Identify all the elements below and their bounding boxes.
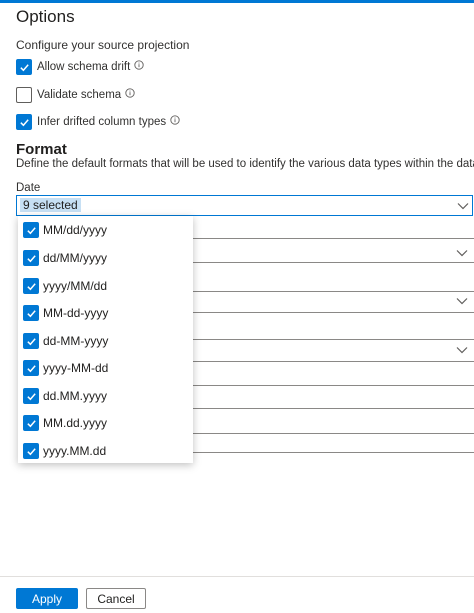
info-icon[interactable] [170,114,180,125]
checkmark-icon [26,282,36,290]
checkmark-icon [26,309,36,317]
option-label: MM/dd/yyyy [43,223,108,237]
date-format-value: 9 selected [20,198,81,212]
projection-subtitle: Configure your source projection [16,38,190,52]
info-icon[interactable] [125,87,135,98]
hidden-field-underline [192,312,474,313]
date-option-yyyy-mm-dd-dash[interactable]: yyyy-MM-dd [23,359,108,377]
option-checkbox[interactable] [23,360,39,376]
checkmark-icon [26,419,36,427]
option-label: MM.dd.yyyy [43,416,108,430]
apply-button[interactable]: Apply [16,588,78,609]
checkmark-icon [19,118,29,126]
panel-title: Options [16,7,75,26]
validate-schema-option[interactable]: Validate schema [16,86,135,104]
option-checkbox[interactable] [23,250,39,266]
hidden-field-underline [192,408,474,409]
date-option-dd-mm-yyyy-dash[interactable]: dd-MM-yyyy [23,332,108,350]
option-checkbox[interactable] [23,443,39,459]
format-section-title: Format [16,141,67,158]
hidden-field-underline [192,238,474,239]
option-label: yyyy-MM-dd [43,361,109,375]
validate-schema-checkbox[interactable] [16,87,32,103]
info-icon[interactable] [134,59,144,70]
option-label: dd.MM.yyyy [43,389,108,403]
date-format-label: Date [16,182,41,194]
checkmark-icon [26,447,36,455]
validate-schema-label: Validate schema [37,89,122,101]
chevron-down-icon[interactable] [456,249,468,257]
cancel-button[interactable]: Cancel [86,588,146,609]
top-accent-bar [0,0,474,3]
date-option-mm-dd-yyyy-slash[interactable]: MM/dd/yyyy [23,221,107,239]
option-checkbox[interactable] [23,415,39,431]
infer-drifted-types-option[interactable]: Infer drifted column types [16,113,180,131]
checkmark-icon [26,337,36,345]
checkmark-icon [26,392,36,400]
option-checkbox[interactable] [23,278,39,294]
option-checkbox[interactable] [23,222,39,238]
option-checkbox[interactable] [23,333,39,349]
hidden-field-underline [192,291,474,292]
option-label: yyyy/MM/dd [43,279,108,293]
option-label: dd-MM-yyyy [43,334,109,348]
hidden-field-underline [192,385,474,386]
infer-drifted-types-label: Infer drifted column types [37,116,167,128]
chevron-down-icon[interactable] [456,297,468,305]
hidden-field-underline [192,262,474,263]
date-option-dd-mm-yyyy-slash[interactable]: dd/MM/yyyy [23,249,107,267]
date-option-mm-dd-yyyy-dot[interactable]: MM.dd.yyyy [23,414,107,432]
footer-divider [0,576,474,577]
date-option-yyyy-mm-dd-slash[interactable]: yyyy/MM/dd [23,277,107,295]
allow-schema-drift-label: Allow schema drift [37,61,131,73]
hidden-field-underline [192,433,474,434]
format-description: Define the default formats that will be … [16,158,474,170]
hidden-field-underline [192,361,474,362]
allow-schema-drift-option[interactable]: Allow schema drift [16,58,144,76]
chevron-down-icon [457,203,469,210]
option-label: dd/MM/yyyy [43,251,108,265]
option-checkbox[interactable] [23,305,39,321]
hidden-field-underline [192,339,474,340]
chevron-down-icon[interactable] [456,346,468,354]
allow-schema-drift-checkbox[interactable] [16,59,32,75]
option-checkbox[interactable] [23,388,39,404]
option-label: MM-dd-yyyy [43,306,109,320]
option-label: yyyy.MM.dd [43,444,107,458]
date-option-yyyy-mm-dd-dot[interactable]: yyyy.MM.dd [23,442,106,460]
hidden-field-underline [192,452,474,453]
infer-drifted-types-checkbox[interactable] [16,114,32,130]
date-format-dropdown: MM/dd/yyyy dd/MM/yyyy yyyy/MM/dd MM-dd-y… [18,216,193,463]
checkmark-icon [19,63,29,71]
date-option-mm-dd-yyyy-dash[interactable]: MM-dd-yyyy [23,304,108,322]
date-format-select[interactable]: 9 selected [16,195,473,216]
date-option-dd-mm-yyyy-dot[interactable]: dd.MM.yyyy [23,387,107,405]
checkmark-icon [26,364,36,372]
checkmark-icon [26,254,36,262]
checkmark-icon [26,226,36,234]
